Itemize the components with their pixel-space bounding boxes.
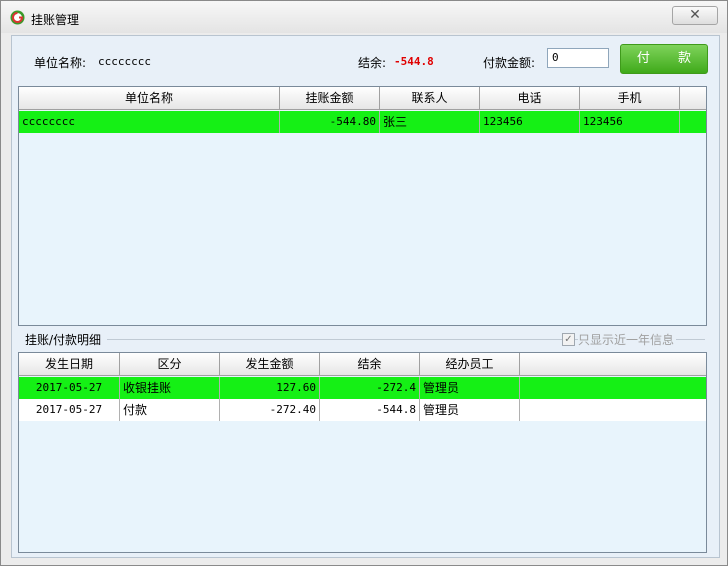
cell-staff: 管理员 <box>420 377 520 399</box>
cell-amount: 127.60 <box>220 377 320 399</box>
balance-value: -544.8 <box>394 55 434 68</box>
payment-amount-input[interactable]: 0 <box>547 48 609 68</box>
pay-button[interactable]: 付 款 <box>620 44 708 74</box>
col-unit-name[interactable]: 单位名称 <box>19 87 280 109</box>
cell-contact: 张三 <box>380 111 480 133</box>
col-date[interactable]: 发生日期 <box>19 353 120 375</box>
table-row[interactable]: cccccccc -544.80 张三 123456 123456 <box>19 111 706 133</box>
cell-date: 2017-05-27 <box>19 399 120 421</box>
table-row[interactable]: 2017-05-27 收银挂账 127.60 -272.4 管理员 <box>19 377 706 399</box>
close-icon: ✕ <box>689 7 701 23</box>
unit-name-value: cccccccc <box>98 55 151 68</box>
col-type[interactable]: 区分 <box>120 353 220 375</box>
detail-section-title: 挂账/付款明细 <box>25 333 102 347</box>
cell-mobile: 123456 <box>580 111 680 133</box>
checkmark-icon: ✓ <box>564 334 573 345</box>
payment-amount-label: 付款金额: <box>483 56 536 70</box>
cell-staff: 管理员 <box>420 399 520 421</box>
recent-year-checkbox[interactable]: ✓ <box>562 333 575 346</box>
table-row[interactable]: 2017-05-27 付款 -272.40 -544.8 管理员 <box>19 399 706 421</box>
cell-balance: -272.4 <box>320 377 420 399</box>
col-contact[interactable]: 联系人 <box>380 87 480 109</box>
window-title: 挂账管理 <box>31 13 80 27</box>
recent-year-label[interactable]: 只显示近一年信息 <box>578 331 677 348</box>
col-phone[interactable]: 电话 <box>480 87 580 109</box>
cell-type: 付款 <box>120 399 220 421</box>
cell-balance: -544.8 <box>320 399 420 421</box>
col-credit-amount[interactable]: 挂账金额 <box>280 87 380 109</box>
units-grid[interactable]: 单位名称 挂账金额 联系人 电话 手机 cccccccc -544.80 张三 … <box>18 86 707 326</box>
cell-type: 收银挂账 <box>120 377 220 399</box>
app-logo-icon <box>10 10 25 25</box>
detail-grid-header: 发生日期 区分 发生金额 结余 经办员工 <box>19 353 706 376</box>
close-button[interactable]: ✕ <box>672 6 718 25</box>
title-bar: 挂账管理 ✕ <box>1 1 727 33</box>
unit-name-label: 单位名称: <box>34 56 87 70</box>
detail-grid[interactable]: 发生日期 区分 发生金额 结余 经办员工 2017-05-27 收银挂账 127… <box>18 352 707 553</box>
main-window: 挂账管理 ✕ 单位名称: cccccccc 结余: -544.8 付款金额: 0… <box>0 0 728 566</box>
cell-date: 2017-05-27 <box>19 377 120 399</box>
col-balance[interactable]: 结余 <box>320 353 420 375</box>
balance-label: 结余: <box>358 56 387 70</box>
cell-credit-amount: -544.80 <box>280 111 380 133</box>
cell-unit-name: cccccccc <box>19 111 280 133</box>
cell-amount: -272.40 <box>220 399 320 421</box>
col-mobile[interactable]: 手机 <box>580 87 680 109</box>
col-amount[interactable]: 发生金额 <box>220 353 320 375</box>
units-grid-header: 单位名称 挂账金额 联系人 电话 手机 <box>19 87 706 110</box>
col-staff[interactable]: 经办员工 <box>420 353 520 375</box>
cell-phone: 123456 <box>480 111 580 133</box>
